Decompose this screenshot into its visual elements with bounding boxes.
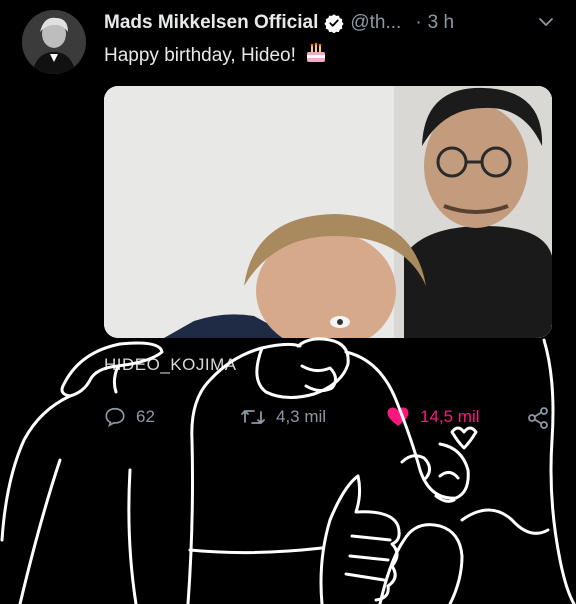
display-name[interactable]: Mads Mikkelsen Official [104,12,318,34]
doodle-right-lower [378,523,464,604]
photo-tag[interactable]: HIDEO_KOJIMA [104,355,237,375]
doodle-thumb-lines [344,534,392,582]
avatar[interactable] [22,10,86,74]
reply-count: 62 [136,407,155,426]
user-handle[interactable]: @th... [350,12,401,34]
like-button[interactable]: 14,5 mil [386,406,480,428]
timestamp[interactable]: 3 h [428,12,454,34]
tweet-body: Happy birthday, Hideo! [104,45,296,66]
retweet-count: 4,3 mil [276,407,327,426]
doodle-thumb-cuff [188,546,324,555]
verified-badge-icon [324,13,344,34]
doodle-mouth [300,364,337,393]
doodle-right-side [542,338,576,604]
heart-icon [386,406,410,428]
avatar-portrait [22,10,86,74]
doodle-right-wave [460,508,550,535]
photo-image [104,86,552,338]
separator-dot: · [415,12,422,33]
doodle-face [255,337,350,399]
share-icon [526,406,550,430]
doodle-body [186,342,302,604]
like-count: 14,5 mil [420,407,480,426]
reply-button[interactable]: 62 [104,406,155,428]
doodle-left-arm [0,364,120,542]
retweet-button[interactable]: 4,3 mil [240,406,326,428]
tweet-photo[interactable] [104,86,552,338]
chevron-down-icon[interactable] [536,12,556,32]
reply-icon [104,406,126,428]
retweet-icon [240,406,266,428]
doodle-thumb-hand [319,474,401,604]
share-button[interactable] [526,406,550,430]
doodle-right-fingers [400,454,460,503]
birthday-cake-emoji [304,41,328,71]
doodle-body-left [18,458,138,604]
tweet-actions: 62 4,3 mil 14,5 mil [0,400,576,436]
tweet-header: Mads Mikkelsen Official @th... · 3 h [104,10,556,36]
tweet-text: Happy birthday, Hideo! [104,41,328,71]
